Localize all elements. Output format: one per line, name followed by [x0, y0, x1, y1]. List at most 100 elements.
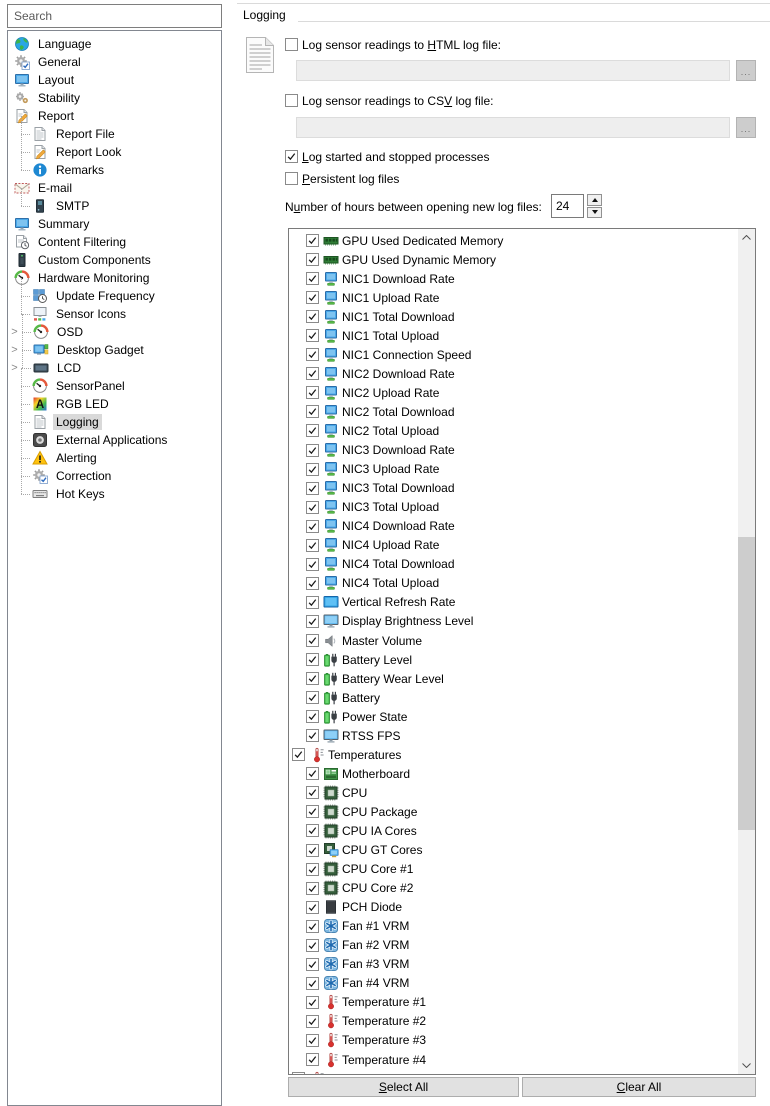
sensor-row-nic2-upload-rate[interactable]: NIC2 Upload Rate: [289, 383, 738, 402]
sensor-checkbox[interactable]: [306, 272, 319, 286]
sensor-checkbox[interactable]: [306, 614, 319, 628]
sensor-checkbox[interactable]: [292, 1072, 305, 1074]
log-html-option[interactable]: Log sensor readings to HTML log file:: [285, 38, 501, 52]
sensor-row-fan-4-vrm[interactable]: Fan #4 VRM: [289, 974, 738, 993]
sensor-checkbox[interactable]: [306, 367, 319, 381]
sidebar-item-smtp[interactable]: SMTP: [8, 188, 221, 215]
sidebar-item-external-applications[interactable]: External Applications: [8, 422, 221, 449]
sidebar-item-sensorpanel[interactable]: SensorPanel: [8, 368, 221, 395]
sidebar-item-osd[interactable]: > OSD: [8, 314, 221, 341]
scrollbar-up-button[interactable]: [738, 229, 755, 246]
sidebar-item-content-filtering[interactable]: Content Filtering: [8, 233, 221, 251]
sensor-checkbox[interactable]: [306, 995, 319, 1009]
sensor-row-nic1-connection-speed[interactable]: NIC1 Connection Speed: [289, 345, 738, 364]
sensor-checkbox[interactable]: [306, 500, 319, 514]
sidebar-item-e-mail[interactable]: E-mail: [8, 179, 221, 197]
sensor-row[interactable]: [289, 1069, 738, 1074]
sidebar-item-remarks[interactable]: Remarks: [8, 152, 221, 179]
sidebar-item-desktop-gadget[interactable]: > Desktop Gadget: [8, 332, 221, 359]
persistent-log-option[interactable]: Persistent log files: [285, 172, 399, 186]
sensor-checkbox[interactable]: [306, 462, 319, 476]
sensor-checkbox[interactable]: [306, 653, 319, 667]
sensor-checkbox[interactable]: [306, 234, 319, 248]
log-processes-checkbox[interactable]: [285, 150, 298, 163]
sensor-row-temperature-4[interactable]: Temperature #4: [289, 1050, 738, 1069]
sensor-row-fan-3-vrm[interactable]: Fan #3 VRM: [289, 955, 738, 974]
sensor-checkbox[interactable]: [306, 957, 319, 971]
sidebar-item-correction[interactable]: Correction: [8, 458, 221, 485]
sensor-checkbox[interactable]: [306, 557, 319, 571]
sensor-row-power-state[interactable]: Power State: [289, 707, 738, 726]
clear-all-button[interactable]: Clear All: [522, 1077, 756, 1097]
sensor-row-nic3-total-download[interactable]: NIC3 Total Download: [289, 479, 738, 498]
sensor-row-cpu-ia-cores[interactable]: CPU IA Cores: [289, 821, 738, 840]
sensor-row-battery-wear-level[interactable]: Battery Wear Level: [289, 669, 738, 688]
sensor-row-temperatures[interactable]: Temperatures: [289, 745, 738, 764]
sensor-checkbox[interactable]: [306, 576, 319, 590]
sidebar-item-hardware-monitoring[interactable]: Hardware Monitoring: [8, 269, 221, 287]
sidebar-item-alerting[interactable]: Alerting: [8, 440, 221, 467]
sidebar-item-lcd[interactable]: > LCD: [8, 350, 221, 377]
sidebar-item-general[interactable]: General: [8, 53, 221, 71]
log-processes-option[interactable]: Log started and stopped processes: [285, 150, 489, 164]
sensor-row-nic1-upload-rate[interactable]: NIC1 Upload Rate: [289, 288, 738, 307]
sidebar-item-rgb-led[interactable]: A RGB LED: [8, 386, 221, 413]
sensor-checkbox[interactable]: [306, 900, 319, 914]
sensor-checkbox[interactable]: [306, 386, 319, 400]
sensor-checkbox[interactable]: [306, 919, 319, 933]
sensor-checkbox[interactable]: [306, 862, 319, 876]
sensor-checkbox[interactable]: [306, 1014, 319, 1028]
sidebar-item-stability[interactable]: Stability: [8, 89, 221, 107]
spin-up-button[interactable]: [587, 194, 602, 206]
sensor-checkbox[interactable]: [306, 976, 319, 990]
search-input[interactable]: [7, 4, 222, 28]
sensor-checkbox[interactable]: [306, 843, 319, 857]
sensor-checkbox[interactable]: [306, 729, 319, 743]
sensor-checkbox[interactable]: [306, 424, 319, 438]
sensor-checkbox[interactable]: [306, 805, 319, 819]
log-csv-checkbox[interactable]: [285, 94, 298, 107]
sensor-checkbox[interactable]: [306, 595, 319, 609]
sensor-row-nic1-total-upload[interactable]: NIC1 Total Upload: [289, 326, 738, 345]
browse-csv-button[interactable]: ...: [736, 117, 756, 138]
sensor-checkbox[interactable]: [306, 481, 319, 495]
sensor-checkbox[interactable]: [306, 519, 319, 533]
sensor-row-nic2-download-rate[interactable]: NIC2 Download Rate: [289, 364, 738, 383]
sensor-row-pch-diode[interactable]: PCH Diode: [289, 898, 738, 917]
sensor-row-cpu-gt-cores[interactable]: CPU GT Cores: [289, 841, 738, 860]
sensor-checkbox[interactable]: [306, 767, 319, 781]
sensor-row-nic3-upload-rate[interactable]: NIC3 Upload Rate: [289, 460, 738, 479]
scrollbar-down-button[interactable]: [738, 1057, 755, 1074]
sensor-row-nic1-total-download[interactable]: NIC1 Total Download: [289, 307, 738, 326]
scrollbar-thumb[interactable]: [738, 537, 755, 830]
browse-html-button[interactable]: ...: [736, 60, 756, 81]
sensor-row-display-brightness-level[interactable]: Display Brightness Level: [289, 612, 738, 631]
sidebar-item-layout[interactable]: Layout: [8, 71, 221, 89]
sidebar-item-report-look[interactable]: Report Look: [8, 134, 221, 161]
sensor-checkbox[interactable]: [306, 443, 319, 457]
sensor-row-cpu-package[interactable]: CPU Package: [289, 802, 738, 821]
sidebar-item-summary[interactable]: Summary: [8, 215, 221, 233]
sensor-checkbox[interactable]: [306, 405, 319, 419]
sensor-checkbox[interactable]: [306, 538, 319, 552]
sensor-checkbox[interactable]: [306, 691, 319, 705]
sidebar-item-language[interactable]: Language: [8, 35, 221, 53]
sensor-row-battery-level[interactable]: Battery Level: [289, 650, 738, 669]
sensor-row-master-volume[interactable]: Master Volume: [289, 631, 738, 650]
persistent-log-checkbox[interactable]: [285, 172, 298, 185]
sensor-row-vertical-refresh-rate[interactable]: Vertical Refresh Rate: [289, 593, 738, 612]
sensor-row-nic3-download-rate[interactable]: NIC3 Download Rate: [289, 441, 738, 460]
sensor-row-fan-1-vrm[interactable]: Fan #1 VRM: [289, 917, 738, 936]
csv-log-path-field[interactable]: [296, 117, 730, 138]
sensor-checkbox[interactable]: [306, 786, 319, 800]
sensor-row-rtss-fps[interactable]: RTSS FPS: [289, 726, 738, 745]
expand-chevron-icon[interactable]: >: [10, 341, 19, 359]
sensor-checkbox[interactable]: [306, 824, 319, 838]
sensor-checkbox[interactable]: [306, 310, 319, 324]
sensor-row-nic4-upload-rate[interactable]: NIC4 Upload Rate: [289, 536, 738, 555]
sensor-row-nic4-total-download[interactable]: NIC4 Total Download: [289, 555, 738, 574]
sensor-row-temperature-3[interactable]: Temperature #3: [289, 1031, 738, 1050]
sidebar-item-hot-keys[interactable]: Hot Keys: [8, 476, 221, 503]
sensor-row-nic1-download-rate[interactable]: NIC1 Download Rate: [289, 269, 738, 288]
select-all-button[interactable]: Select All: [288, 1077, 519, 1097]
